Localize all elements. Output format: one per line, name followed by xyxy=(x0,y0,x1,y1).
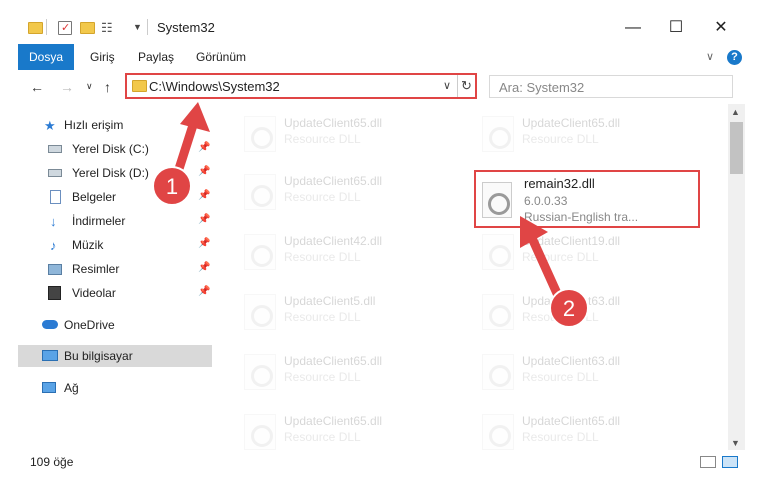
sidebar-item-pictures[interactable]: Resimler 📌 xyxy=(18,258,212,280)
up-icon[interactable]: ↑ xyxy=(104,79,111,95)
dll-file-icon xyxy=(482,354,514,390)
file-version: 6.0.0.33 xyxy=(524,194,568,208)
file-name: remain32.dll xyxy=(524,176,595,191)
new-folder-icon[interactable] xyxy=(80,22,95,34)
pin-icon[interactable]: 📌 xyxy=(198,262,210,273)
minimize-button[interactable]: — xyxy=(621,16,645,40)
dll-file-icon xyxy=(482,234,514,270)
list-item[interactable]: UpdateClient63.dll Resource DLL xyxy=(450,348,670,400)
dll-file-icon xyxy=(244,174,276,210)
list-item[interactable]: UpdateClient65.dll Resource DLL xyxy=(212,110,432,162)
drive-icon xyxy=(48,169,62,177)
list-item[interactable]: UpdateClient65.dll Resource DLL xyxy=(212,408,432,450)
sidebar-item-onedrive[interactable]: OneDrive xyxy=(18,314,212,336)
list-item[interactable]: UpdateClient5.dll Resource DLL xyxy=(212,288,432,340)
dll-file-icon xyxy=(244,354,276,390)
file-description: Russian-English tra... xyxy=(524,210,639,224)
drive-icon xyxy=(48,145,62,153)
tab-paylas[interactable]: Paylaş xyxy=(128,44,184,70)
pin-icon[interactable]: 📌 xyxy=(198,142,210,153)
download-icon: ↓ xyxy=(50,214,57,229)
list-item[interactable]: UpdateClient19.dll Resource DLL xyxy=(450,228,670,280)
customize-icon[interactable]: ☷ xyxy=(101,20,113,38)
list-item[interactable]: UpdateClient65.dll Resource DLL xyxy=(212,168,432,220)
sidebar-item-disk-c[interactable]: Yerel Disk (C:) 📌 xyxy=(18,138,212,160)
sidebar-item-videos[interactable]: Videolar 📌 xyxy=(18,282,212,304)
pin-icon[interactable]: 📌 xyxy=(198,286,210,297)
status-bar: 109 öğe xyxy=(0,450,769,474)
maximize-button[interactable]: ☐ xyxy=(664,16,688,40)
address-bar[interactable]: C:\Windows\System32 ∨ ↻ xyxy=(125,73,477,99)
pictures-icon xyxy=(48,264,62,275)
dll-file-icon xyxy=(244,294,276,330)
dll-file-icon xyxy=(482,182,512,218)
large-icons-view-icon[interactable] xyxy=(722,456,738,468)
sidebar-item-this-pc[interactable]: Bu bilgisayar xyxy=(18,345,212,367)
separator xyxy=(46,19,47,35)
dll-file-icon xyxy=(244,414,276,450)
dll-file-icon xyxy=(244,234,276,270)
item-count: 109 öğe xyxy=(30,455,74,469)
sidebar-item-disk-d[interactable]: Yerel Disk (D:) 📌 xyxy=(18,162,212,184)
properties-icon[interactable]: ✓ xyxy=(58,21,72,35)
recent-locations-icon[interactable]: ∨ xyxy=(86,81,93,92)
list-item[interactable]: UpdateClient65.dll Resource DLL xyxy=(450,110,670,162)
star-icon: ★ xyxy=(44,118,56,133)
address-path: C:\Windows\System32 xyxy=(149,79,280,94)
details-view-icon[interactable] xyxy=(700,456,716,468)
tab-dosya[interactable]: Dosya xyxy=(18,44,74,70)
help-icon[interactable]: ? xyxy=(727,50,742,65)
refresh-icon[interactable]: ↻ xyxy=(457,75,475,97)
documents-icon xyxy=(50,190,61,204)
music-icon: ♪ xyxy=(50,238,57,253)
dll-file-icon xyxy=(482,294,514,330)
window-bottom xyxy=(0,474,769,502)
scroll-up-icon[interactable]: ▲ xyxy=(731,107,740,117)
list-item[interactable]: UpdateClient65.dll Resource DLL xyxy=(450,408,670,450)
sidebar-item-documents[interactable]: Belgeler 📌 xyxy=(18,186,212,208)
close-button[interactable]: ✕ xyxy=(709,16,733,40)
file-list: UpdateClient65.dll Resource DLL UpdateCl… xyxy=(212,104,728,450)
chevron-down-icon[interactable]: ▼ xyxy=(133,22,142,40)
tab-gorunum[interactable]: Görünüm xyxy=(186,44,256,70)
dll-file-icon xyxy=(482,116,514,152)
pin-icon[interactable]: 📌 xyxy=(198,214,210,225)
folder-icon xyxy=(28,22,43,34)
list-item[interactable]: UpdateClient42.dll Resource DLL xyxy=(212,228,432,280)
sidebar-item-network[interactable]: Ağ xyxy=(18,377,212,399)
sidebar-item-quick-access[interactable]: ★ Hızlı erişim xyxy=(18,114,212,136)
separator xyxy=(147,19,148,35)
sidebar-item-downloads[interactable]: ↓ İndirmeler 📌 xyxy=(18,210,212,232)
pin-icon[interactable]: 📌 xyxy=(198,238,210,249)
tab-giris[interactable]: Giriş xyxy=(80,44,125,70)
search-placeholder: Ara: System32 xyxy=(499,80,585,95)
list-item[interactable]: UpdateClient65.dll Resource DLL xyxy=(212,348,432,400)
expand-ribbon-icon[interactable]: ∨ xyxy=(706,50,714,63)
video-icon xyxy=(48,286,61,300)
scroll-down-icon[interactable]: ▼ xyxy=(731,438,740,448)
folder-icon xyxy=(132,80,147,92)
scroll-thumb[interactable] xyxy=(730,122,743,174)
pin-icon[interactable]: 📌 xyxy=(198,166,210,177)
ribbon-tabs: Dosya Giriş Paylaş Görünüm ∨ ? xyxy=(0,44,769,70)
forward-icon[interactable]: → xyxy=(60,79,74,95)
search-input[interactable]: Ara: System32 xyxy=(489,75,733,98)
network-icon xyxy=(42,382,56,393)
title-bar: ✓ ☷ ▼ System32 — ☐ ✕ xyxy=(0,0,769,42)
navigation-pane: ★ Hızlı erişim Yerel Disk (C:) 📌 Yerel D… xyxy=(18,104,212,450)
back-icon[interactable]: ← xyxy=(30,79,44,95)
cloud-icon xyxy=(42,320,58,329)
chevron-down-icon[interactable]: ∨ xyxy=(443,79,451,92)
dll-file-icon xyxy=(482,414,514,450)
vertical-scrollbar[interactable]: ▲ ▼ xyxy=(728,104,745,450)
pin-icon[interactable]: 📌 xyxy=(198,190,210,201)
highlighted-file-remain32[interactable]: remain32.dll 6.0.0.33 Russian-English tr… xyxy=(474,170,700,228)
list-item[interactable]: UpdateClient63.dll Resource DLL xyxy=(450,288,670,340)
window-title: System32 xyxy=(157,20,215,35)
dll-file-icon xyxy=(244,116,276,152)
sidebar-item-music[interactable]: ♪ Müzik 📌 xyxy=(18,234,212,256)
computer-icon xyxy=(42,350,58,361)
